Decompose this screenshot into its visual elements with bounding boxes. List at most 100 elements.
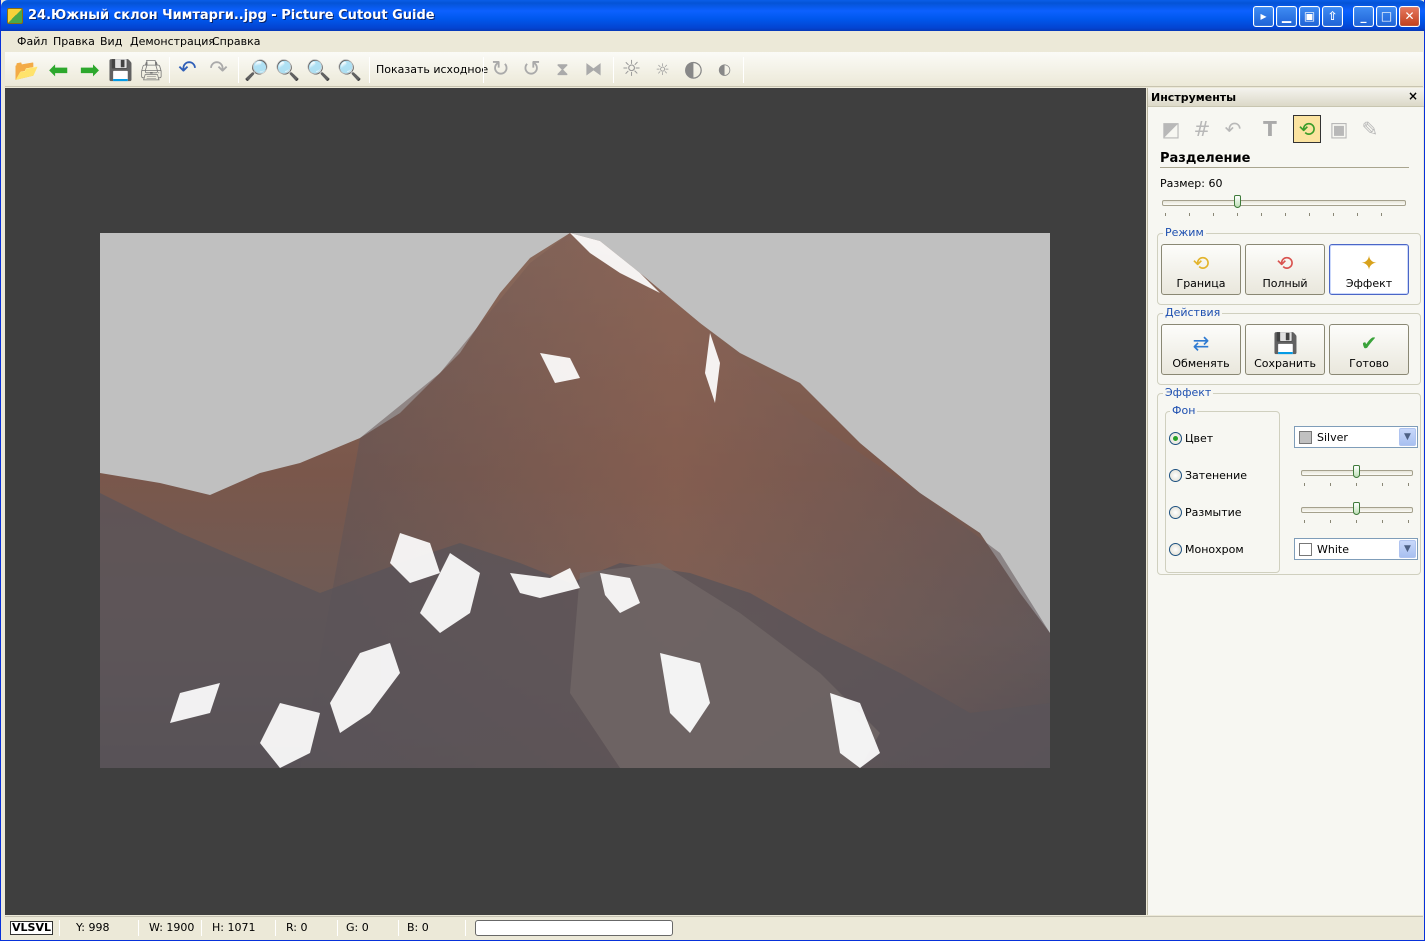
full-mode-button[interactable]: ⟲ Полный [1245,244,1325,295]
actions-legend: Действия [1163,306,1223,319]
image-canvas[interactable] [5,88,1146,915]
contrast-down-icon[interactable]: ◐ [711,56,738,83]
section-divider [1160,167,1409,168]
zoom-actual-icon[interactable]: 🔍 [336,56,363,83]
crop-tool-icon[interactable]: # [1188,115,1216,143]
border-mode-icon: ⟲ [1192,251,1210,275]
shading-slider-thumb[interactable] [1353,465,1360,478]
shading-slider[interactable] [1301,464,1413,486]
menu-file[interactable]: Файл [17,35,47,48]
flip-horizontal-icon[interactable]: ⧓ [580,56,607,83]
mountain-image [100,233,1050,768]
toolbar: 📂 ⬅ ➡ 💾 🖨 ↶ ↷ 🔎 🔍 🔍 🔍 Показать исходное … [5,52,1423,87]
undo-icon[interactable]: ↶ [174,56,201,83]
swap-icon: ⇄ [1192,331,1210,355]
menu-bar: Файл Правка Вид Демонстрация Справка [5,31,1423,51]
title-bar[interactable]: 24.Южный склон Чимтарги..jpg - Picture C… [1,0,1425,31]
save-cutout-button[interactable]: 💾 Сохранить [1245,324,1325,375]
maximize-button[interactable]: □ [1376,6,1397,27]
undo-tool-icon[interactable]: ↶ [1219,115,1247,143]
layers-tool-icon[interactable]: ▣ [1325,115,1353,143]
window-extra-button-3[interactable]: ▣ [1299,6,1320,27]
mono-color-select[interactable]: White ▼ [1294,538,1418,560]
mode-group: Режим ⟲ Граница ⟲ Полный ✦ Эффект [1157,226,1421,305]
mountain-photo[interactable] [100,233,1050,768]
zoom-fit-icon[interactable]: 🔍 [305,56,332,83]
contrast-up-icon[interactable]: ◐ [680,56,707,83]
radio-mono[interactable]: Монохром [1169,543,1244,556]
rotate-right-icon[interactable]: ↻ [487,56,514,83]
save-icon: 💾 [1273,331,1298,355]
forward-arrow-icon[interactable]: ➡ [76,56,103,83]
color-swatch [1299,431,1312,444]
status-b: B: 0 [407,921,429,934]
status-height: H: 1071 [212,921,256,934]
status-g: G: 0 [346,921,369,934]
radio-blur[interactable]: Размытие [1169,506,1242,519]
status-width: W: 1900 [149,921,195,934]
status-r: R: 0 [286,921,308,934]
menu-view[interactable]: Вид [100,35,122,48]
radio-mono-button[interactable] [1169,543,1182,556]
effect-legend: Эффект [1163,386,1214,399]
menu-demo[interactable]: Демонстрация [130,35,215,48]
radio-shading-button[interactable] [1169,469,1182,482]
open-folder-icon[interactable]: 📂 [13,56,40,83]
background-color-select[interactable]: Silver ▼ [1294,426,1418,448]
save-icon[interactable]: 💾 [107,56,134,83]
print-icon[interactable]: 🖨 [138,56,165,83]
effect-mode-icon: ✦ [1360,251,1378,275]
panel-title: Инструменты [1151,91,1237,104]
size-slider[interactable] [1162,194,1406,216]
window-title: 24.Южный склон Чимтарги..jpg - Picture C… [28,8,435,23]
app-window: 24.Южный склон Чимтарги..jpg - Picture C… [0,0,1425,941]
blur-slider-thumb[interactable] [1353,502,1360,515]
brightness-up-icon[interactable]: ☼ [618,56,645,83]
radio-blur-button[interactable] [1169,506,1182,519]
blur-slider[interactable] [1301,501,1413,523]
color-swatch [1299,543,1312,556]
section-title: Разделение [1160,151,1251,166]
zoom-out-icon[interactable]: 🔍 [274,56,301,83]
status-y: Y: 998 [76,921,110,934]
done-button[interactable]: ✔ Готово [1329,324,1409,375]
status-logo: VLSVL [10,921,53,935]
rotate-left-icon[interactable]: ↺ [518,56,545,83]
radio-color[interactable]: Цвет [1169,432,1213,445]
brightness-down-icon[interactable]: ☼ [649,56,676,83]
radio-shading[interactable]: Затенение [1169,469,1247,482]
stamp-tool-icon[interactable]: ✎ [1356,115,1384,143]
flip-vertical-icon[interactable]: ⧗ [549,56,576,83]
menu-help[interactable]: Справка [212,35,260,48]
window-extra-button-4[interactable]: ⇧ [1322,6,1343,27]
size-label: Размер: 60 [1160,177,1223,190]
menu-edit[interactable]: Правка [53,35,95,48]
background-legend: Фон [1170,404,1198,417]
mode-legend: Режим [1163,226,1206,239]
back-arrow-icon[interactable]: ⬅ [45,56,72,83]
chevron-down-icon[interactable]: ▼ [1399,428,1416,446]
resize-tool-icon[interactable]: ◩ [1157,115,1185,143]
redo-icon[interactable]: ↷ [205,56,232,83]
window-extra-button-2[interactable]: ▁ [1276,6,1297,27]
size-slider-thumb[interactable] [1234,195,1241,208]
effect-mode-button[interactable]: ✦ Эффект [1329,244,1409,295]
border-mode-button[interactable]: ⟲ Граница [1161,244,1241,295]
swap-button[interactable]: ⇄ Обменять [1161,324,1241,375]
text-tool-icon[interactable]: T [1256,115,1284,143]
tools-panel: Инструменты × ◩ # ↶ T ⟲ ▣ ✎ Разделение Р… [1147,88,1424,915]
cutout-tool-icon[interactable]: ⟲ [1293,115,1321,143]
panel-close-icon[interactable]: × [1408,89,1418,103]
radio-color-button[interactable] [1169,432,1182,445]
minimize-button[interactable]: _ [1353,6,1374,27]
window-extra-button-1[interactable]: ▸ [1253,6,1274,27]
checkmark-icon: ✔ [1360,331,1378,355]
chevron-down-icon[interactable]: ▼ [1399,540,1416,558]
zoom-in-icon[interactable]: 🔎 [243,56,270,83]
actions-group: Действия ⇄ Обменять 💾 Сохранить ✔ Готово [1157,306,1421,385]
full-mode-icon: ⟲ [1276,251,1294,275]
close-button[interactable]: ✕ [1399,6,1420,27]
background-group: Фон Цвет Затенение Размытие Монохром [1165,404,1280,573]
show-original-button[interactable]: Показать исходное [376,63,488,76]
effect-group: Эффект Фон Цвет Затенение Размытие Монох… [1157,386,1421,575]
